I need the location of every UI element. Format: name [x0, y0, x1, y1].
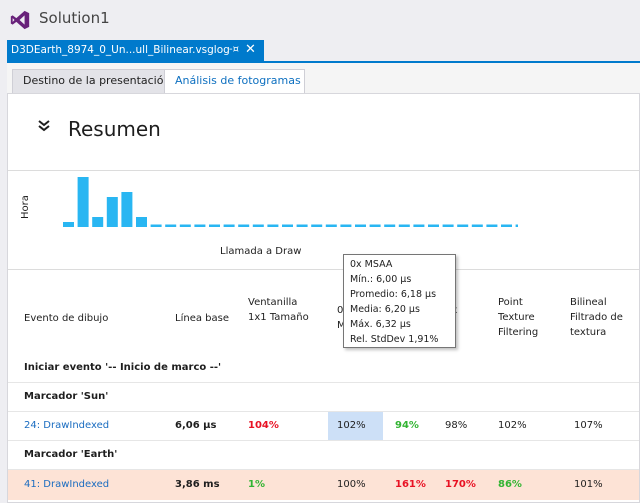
chart-bar[interactable] — [223, 224, 235, 228]
draw-event-link[interactable]: 24: DrawIndexed — [24, 412, 109, 440]
table-row-selected[interactable]: 41: DrawIndexed 3,86 ms 1% 100% 161% 170… — [8, 470, 639, 500]
chart-bar[interactable] — [121, 192, 133, 227]
column-header-point-filtering[interactable]: Point Texture Filtering — [498, 295, 546, 340]
tab-frame-analysis[interactable]: Análisis de fotogramas — [164, 69, 305, 94]
chart-bar[interactable] — [311, 224, 323, 228]
group-label: Iniciar evento '-- Inicio de marco --' — [24, 362, 222, 373]
column-header-bilinear-filtering[interactable]: Bilineal Filtrado de textura — [570, 295, 632, 340]
bilinear-filter-value: 101% — [574, 479, 603, 490]
chart-bar[interactable] — [267, 224, 279, 228]
close-icon[interactable]: ✕ — [245, 42, 256, 57]
msaa0-value[interactable]: 102% — [328, 412, 383, 440]
divider — [8, 269, 639, 270]
app-title: Solution1 — [39, 9, 110, 27]
frame-analysis-panel: Resumen Hora Llamada a Draw Evento de di… — [7, 93, 640, 503]
chart-bar[interactable] — [296, 224, 308, 228]
document-tab-title: D3DEarth_8974_0_Un...ull_Bilinear.vsglog — [11, 44, 230, 56]
chart-bar[interactable] — [179, 224, 191, 228]
title-bar: Solution1 — [0, 0, 640, 40]
chart-bar[interactable] — [252, 224, 264, 228]
baseline-value: 6,06 µs — [175, 420, 217, 431]
msaa2-value: 161% — [395, 479, 426, 490]
chart-bar[interactable] — [106, 197, 118, 227]
chart-bar[interactable] — [398, 224, 410, 228]
tooltip-median: Media: 6,20 µs — [350, 304, 420, 315]
chart-bar[interactable] — [428, 224, 439, 228]
baseline-value: 3,86 ms — [175, 479, 220, 490]
chart-bar[interactable] — [63, 222, 74, 227]
collapse-chevron-icon[interactable] — [36, 118, 52, 134]
group-row-sun[interactable]: Marcador 'Sun' — [8, 383, 639, 411]
viewport-value: 1% — [248, 479, 265, 490]
chart-bar[interactable] — [413, 224, 425, 228]
document-content: Destino de la presentación Análisis de f… — [7, 63, 640, 503]
chart-bar[interactable] — [165, 224, 177, 228]
chart-bar[interactable] — [325, 224, 337, 228]
chart-y-axis-label: Hora — [20, 195, 31, 219]
group-label: Marcador 'Earth' — [24, 449, 118, 460]
summary-title: Resumen — [68, 117, 161, 141]
tab-render-target[interactable]: Destino de la presentación — [12, 69, 182, 93]
point-filter-value: 102% — [498, 420, 527, 431]
msaa4-value: 98% — [445, 420, 468, 431]
chart-bar[interactable] — [515, 224, 518, 228]
chart-bar[interactable] — [442, 224, 454, 228]
tooltip-max: Máx. 6,32 µs — [350, 319, 411, 330]
chart-bar[interactable] — [355, 224, 366, 228]
chart-bar[interactable] — [340, 224, 352, 228]
document-tab-well: D3DEarth_8974_0_Un...ull_Bilinear.vsglog… — [0, 40, 640, 63]
msaa4-value: 170% — [445, 479, 476, 490]
pin-icon[interactable]: -¤ — [229, 44, 239, 55]
chart-bar[interactable] — [369, 224, 381, 228]
chart-bar[interactable] — [384, 224, 396, 228]
tooltip-title: 0x MSAA — [350, 259, 393, 270]
subtab-strip: Destino de la presentación Análisis de f… — [7, 69, 640, 94]
msaa0-value: 100% — [337, 479, 366, 490]
chart-bar[interactable] — [501, 224, 512, 228]
table-row[interactable]: 24: DrawIndexed 6,06 µs 104% 102% 94% 98… — [8, 412, 639, 440]
bilinear-filter-value: 107% — [574, 420, 603, 431]
point-filter-value: 86% — [498, 479, 522, 490]
draw-event-link[interactable]: 41: DrawIndexed — [24, 470, 109, 500]
group-label: Marcador 'Sun' — [24, 391, 109, 402]
chart-bar[interactable] — [282, 224, 293, 228]
column-header-event[interactable]: Evento de dibujo — [24, 311, 108, 326]
chart-bar[interactable] — [486, 224, 498, 228]
chart-bar[interactable] — [150, 224, 162, 228]
viewport-value: 104% — [248, 420, 279, 431]
document-tab[interactable]: D3DEarth_8974_0_Un...ull_Bilinear.vsglog… — [7, 40, 264, 63]
chart-bar[interactable] — [92, 217, 104, 227]
column-header-viewport[interactable]: Ventanilla 1x1 Tamaño — [248, 295, 310, 325]
column-header-baseline[interactable]: Línea base — [175, 311, 229, 326]
chart-bar[interactable] — [457, 224, 469, 228]
chart-bar[interactable] — [209, 224, 220, 228]
chart-bar[interactable] — [194, 224, 206, 228]
chart-x-axis-label: Llamada a Draw — [220, 246, 302, 257]
msaa-stats-tooltip: 0x MSAA Mín.: 6,00 µs Promedio: 6,18 µs … — [343, 254, 456, 348]
divider — [8, 170, 639, 171]
visual-studio-logo-icon — [10, 10, 30, 30]
msaa2-value: 94% — [395, 420, 419, 431]
tooltip-min: Mín.: 6,00 µs — [350, 274, 412, 285]
group-row-earth[interactable]: Marcador 'Earth' — [8, 441, 639, 469]
group-row-frame-start[interactable]: Iniciar evento '-- Inicio de marco --' — [8, 354, 639, 382]
tooltip-average: Promedio: 6,18 µs — [350, 289, 437, 300]
chart-bar[interactable] — [136, 217, 147, 227]
draw-call-timing-chart — [63, 177, 518, 228]
chart-bar[interactable] — [77, 177, 89, 227]
chart-bar[interactable] — [471, 224, 483, 228]
tooltip-stddev: Rel. StdDev 1,91% — [350, 334, 439, 345]
chart-bar[interactable] — [238, 224, 250, 228]
